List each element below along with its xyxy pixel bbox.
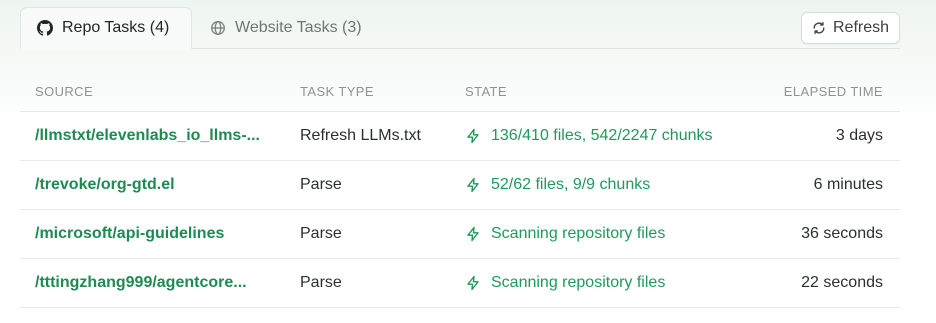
source-link[interactable]: /llmstxt/elevenlabs_io_llms-...	[35, 127, 260, 145]
refresh-button-label: Refresh	[832, 19, 890, 36]
source-cell: /llmstxt/elevenlabs_io_llms-...	[35, 112, 275, 160]
source-cell: /microsoft/api-guidelines	[35, 210, 275, 258]
task-type-cell: Refresh LLMs.txt	[300, 127, 421, 144]
state-text: 52/62 files, 9/9 chunks	[491, 176, 651, 193]
table-row: /llmstxt/elevenlabs_io_llms-... Refresh …	[20, 112, 900, 161]
tasks-table: SOURCE TASK TYPE STATE ELAPSED TIME /llm…	[20, 72, 900, 308]
refresh-button[interactable]: Refresh	[801, 12, 900, 44]
column-header-task-type[interactable]: TASK TYPE	[300, 84, 374, 99]
elapsed-time-cell: 3 days	[835, 127, 883, 144]
tab-repo-tasks[interactable]: Repo Tasks (4)	[20, 7, 192, 49]
github-icon	[37, 20, 53, 36]
task-type-cell: Parse	[300, 274, 342, 291]
task-type-cell: Parse	[300, 225, 342, 242]
lightning-icon	[465, 226, 481, 242]
lightning-icon	[465, 177, 481, 193]
table-row: /microsoft/api-guidelines Parse Scanning…	[20, 210, 900, 259]
column-header-state[interactable]: STATE	[465, 84, 507, 99]
lightning-icon	[465, 128, 481, 144]
table-row: /tttingzhang999/agentcore... Parse Scann…	[20, 259, 900, 308]
table-header: SOURCE TASK TYPE STATE ELAPSED TIME	[20, 72, 900, 112]
elapsed-time-cell: 22 seconds	[801, 274, 883, 291]
state-text: Scanning repository files	[491, 225, 666, 242]
column-header-elapsed-time[interactable]: ELAPSED TIME	[784, 84, 883, 99]
source-link[interactable]: /trevoke/org-gtd.el	[35, 176, 175, 194]
tab-repo-tasks-label: Repo Tasks (4)	[62, 19, 170, 36]
state-text: Scanning repository files	[491, 274, 666, 291]
state-text: 136/410 files, 542/2247 chunks	[491, 127, 713, 144]
task-type-cell: Parse	[300, 176, 342, 193]
tab-website-tasks[interactable]: Website Tasks (3)	[194, 7, 394, 49]
refresh-icon	[812, 21, 826, 35]
source-link[interactable]: /tttingzhang999/agentcore...	[35, 274, 247, 292]
source-cell: /trevoke/org-gtd.el	[35, 161, 275, 209]
elapsed-time-cell: 36 seconds	[801, 225, 883, 242]
globe-icon	[210, 20, 226, 36]
source-link[interactable]: /microsoft/api-guidelines	[35, 225, 224, 243]
lightning-icon	[465, 275, 481, 291]
tab-bar: Repo Tasks (4) Website Tasks (3) Refresh	[0, 0, 936, 60]
table-row: /trevoke/org-gtd.el Parse 52/62 files, 9…	[20, 161, 900, 210]
source-cell: /tttingzhang999/agentcore...	[35, 259, 275, 307]
column-header-source[interactable]: SOURCE	[35, 84, 93, 99]
elapsed-time-cell: 6 minutes	[813, 176, 883, 193]
tab-website-tasks-label: Website Tasks (3)	[235, 19, 362, 36]
